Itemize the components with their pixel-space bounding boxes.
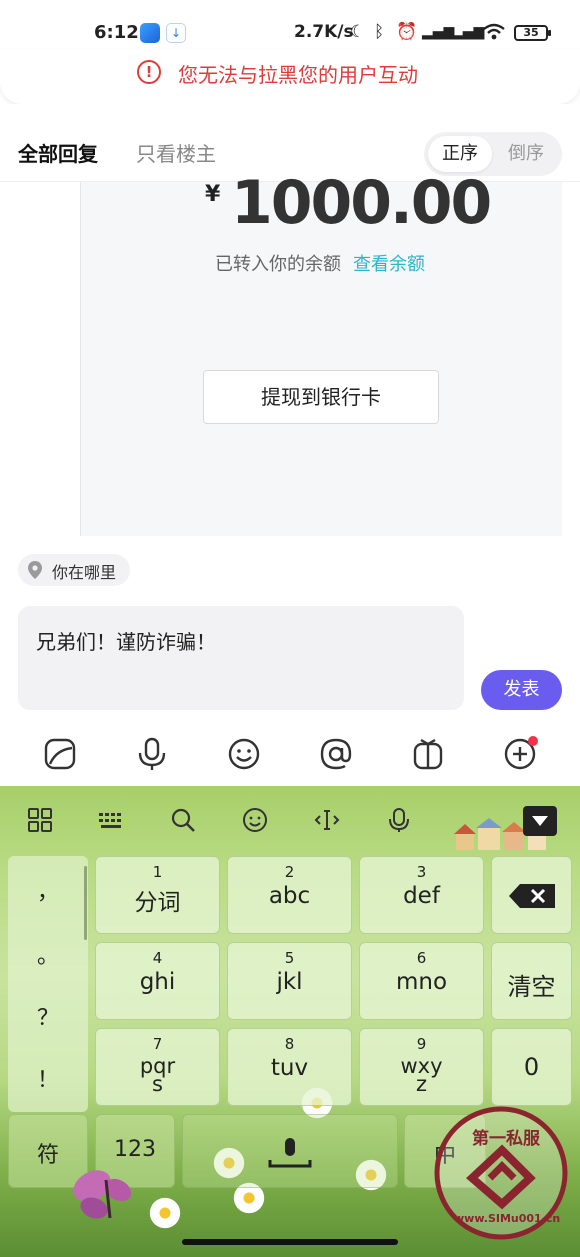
location-pin-icon xyxy=(28,561,42,579)
collapse-keyboard-button[interactable] xyxy=(523,806,557,836)
balance-text: 已转入你的余额 xyxy=(215,254,341,275)
view-balance-link[interactable]: 查看余额 xyxy=(353,250,425,276)
key-7[interactable]: 7 pqr s xyxy=(95,1028,220,1106)
post-content: ¥ 1000.00 已转入你的余额 查看余额 提现到银行卡 xyxy=(0,168,580,536)
transfer-card: ¥ 1000.00 已转入你的余额 查看余额 提现到银行卡 xyxy=(80,168,562,536)
status-time: 6:12 xyxy=(94,22,139,43)
key-1[interactable]: 1 分词 xyxy=(95,856,220,934)
battery-icon: 35 xyxy=(514,25,551,41)
reply-input-text: 兄弟们！谨防诈骗！ xyxy=(36,630,216,654)
tab-only-op[interactable]: 只看楼主 xyxy=(136,138,216,167)
warning-text: 您无法与拉黑您的用户互动 xyxy=(178,63,418,87)
withdraw-button[interactable]: 提现到银行卡 xyxy=(203,370,439,424)
key-2[interactable]: 2 abc xyxy=(227,856,352,934)
punct-exclaim[interactable]: ！ xyxy=(8,1062,88,1094)
notification-dot xyxy=(528,736,538,746)
key-6[interactable]: 6 mno xyxy=(359,942,484,1020)
app-notification-icon xyxy=(140,23,160,43)
mention-icon[interactable] xyxy=(318,736,354,772)
key-4[interactable]: 4 ghi xyxy=(95,942,220,1020)
backspace-button[interactable] xyxy=(491,856,572,934)
keyboard-layout-icon[interactable] xyxy=(97,806,125,834)
key-8[interactable]: 8 tuv xyxy=(227,1028,352,1106)
watermark-text: 第一私服 xyxy=(472,1129,540,1149)
emoji-icon[interactable] xyxy=(226,736,262,772)
tab-all-replies[interactable]: 全部回复 xyxy=(18,138,98,167)
block-warning-banner: ! 您无法与拉黑您的用户互动 xyxy=(0,50,580,104)
punct-period[interactable]: 。 xyxy=(8,938,88,970)
reply-input[interactable]: 兄弟们！谨防诈骗！ xyxy=(18,606,464,710)
key-9[interactable]: 9 wxy z xyxy=(359,1028,484,1106)
signal-icon: ▂▄▆ xyxy=(422,24,455,40)
reply-composer: 你在哪里 兄弟们！谨防诈骗！ 发表 xyxy=(0,536,580,786)
punctuation-column: ， 。 ？ ！ xyxy=(8,856,88,1112)
key-3[interactable]: 3 def xyxy=(359,856,484,934)
search-icon[interactable] xyxy=(169,806,197,834)
send-button[interactable]: 发表 xyxy=(481,670,562,710)
butterfly-decoration xyxy=(66,1156,146,1236)
moon-icon: ☾ xyxy=(350,22,366,42)
ime-keyboard: ， 。 ？ ！ 1 分词 2 abc 3 def 4 ghi 5 jkl 6 mno 清空 … xyxy=(0,786,580,1257)
watermark-url: www.SIMu001.cn xyxy=(454,1212,561,1225)
punct-comma[interactable]: ， xyxy=(8,874,88,906)
bluetooth-icon: ᛒ xyxy=(374,22,385,42)
key-0[interactable]: 0 xyxy=(491,1028,572,1106)
signal-2-icon: ▂▄▆ xyxy=(452,24,485,40)
transfer-amount: 1000.00 xyxy=(231,168,492,238)
wifi-icon xyxy=(482,22,506,47)
grid-menu-icon[interactable] xyxy=(26,806,54,834)
home-indicator[interactable] xyxy=(182,1239,398,1245)
sort-asc-button[interactable]: 正序 xyxy=(428,136,492,172)
location-label: 你在哪里 xyxy=(52,563,117,582)
alert-icon: ! xyxy=(137,60,161,84)
key-5[interactable]: 5 jkl xyxy=(227,942,352,1020)
location-chip[interactable]: 你在哪里 xyxy=(18,554,130,586)
image-icon[interactable] xyxy=(42,736,78,772)
gift-icon[interactable] xyxy=(410,736,446,772)
download-icon: ↓ xyxy=(166,23,186,43)
space-microphone-icon xyxy=(266,1136,314,1172)
emoji-icon[interactable] xyxy=(241,806,269,834)
daisy-decoration xyxy=(148,1196,182,1230)
punct-question[interactable]: ？ xyxy=(8,1000,88,1032)
punctuation-scrollbar[interactable] xyxy=(84,866,87,940)
currency-symbol: ¥ xyxy=(205,182,221,207)
sort-desc-button[interactable]: 倒序 xyxy=(494,136,558,172)
watermark-stamp: 第一私服 www.SIMu001.cn xyxy=(432,1104,570,1242)
voice-input-icon[interactable] xyxy=(385,806,413,834)
network-speed: 2.7K/s xyxy=(294,22,354,42)
alarm-icon: ⏰ xyxy=(396,22,418,42)
cursor-move-icon[interactable] xyxy=(313,806,341,834)
microphone-icon[interactable] xyxy=(134,736,170,772)
clear-button[interactable]: 清空 xyxy=(491,942,572,1020)
